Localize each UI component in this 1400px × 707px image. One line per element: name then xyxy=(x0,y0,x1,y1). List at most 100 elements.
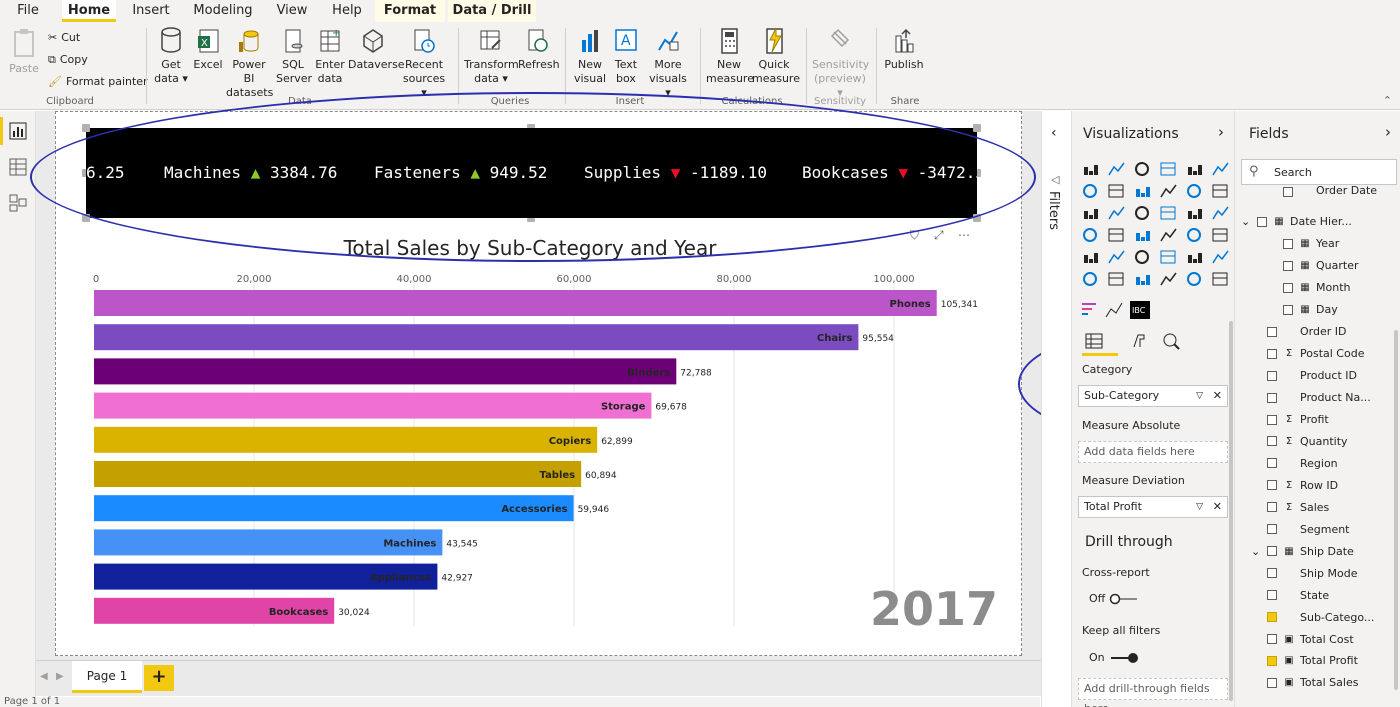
bar[interactable] xyxy=(94,358,677,385)
visual-type-icon[interactable] xyxy=(1212,184,1228,198)
excel-button[interactable]: X Excel xyxy=(193,26,223,72)
dataverse-button[interactable]: Dataverse xyxy=(348,26,405,72)
field-checkbox[interactable] xyxy=(1267,677,1277,688)
field-item[interactable]: ⌄ ▦ Ship Date xyxy=(1251,542,1354,560)
visual-type-icon[interactable] xyxy=(1108,228,1124,242)
field-checkbox[interactable] xyxy=(1267,458,1277,469)
field-item[interactable]: Sub-Catego... xyxy=(1267,608,1374,626)
chevron-left-icon[interactable]: ‹ xyxy=(1051,125,1057,141)
expand-chevron-icon[interactable]: ⌄ xyxy=(1241,215,1255,228)
report-view-icon[interactable] xyxy=(8,121,28,141)
visual-type-icon[interactable] xyxy=(1135,250,1149,264)
field-checkbox[interactable] xyxy=(1283,304,1293,315)
field-item[interactable]: Σ Row ID xyxy=(1267,476,1338,494)
text-box-button[interactable]: A Text box xyxy=(610,26,642,86)
field-item[interactable]: Σ Profit xyxy=(1267,411,1329,429)
visual-type-icon[interactable] xyxy=(1108,184,1124,198)
visual-type-gallery[interactable] xyxy=(1080,159,1230,291)
filter-icon[interactable]: ⛉ xyxy=(910,228,919,243)
field-checkbox[interactable] xyxy=(1283,282,1293,293)
expand-chevron-icon[interactable]: ⌄ xyxy=(1251,545,1265,558)
refresh-button[interactable]: Refresh xyxy=(518,26,560,72)
focus-mode-icon[interactable]: ⤢ xyxy=(934,228,944,243)
scrollbar[interactable] xyxy=(1229,321,1233,701)
field-item[interactable]: ▦ Day xyxy=(1283,301,1338,319)
field-checkbox[interactable] xyxy=(1283,187,1293,197)
copy-button[interactable]: ⧉ Copy xyxy=(48,53,88,67)
field-checkbox[interactable] xyxy=(1267,392,1277,403)
field-checkbox[interactable] xyxy=(1267,524,1277,535)
visual-type-icon[interactable] xyxy=(1135,162,1149,176)
field-checkbox[interactable] xyxy=(1267,348,1277,359)
visual-type-icon[interactable] xyxy=(1160,206,1176,220)
visual-type-icon[interactable] xyxy=(1212,162,1229,176)
transform-data-button[interactable]: Transform data ▾ xyxy=(464,26,519,86)
chevron-right-icon[interactable]: › xyxy=(1218,123,1224,141)
paste-button[interactable]: Paste xyxy=(6,26,42,76)
measure-deviation-well[interactable]: Total Profit ▽ ✕ xyxy=(1078,496,1228,518)
field-item[interactable]: Region xyxy=(1267,454,1338,472)
field-checkbox[interactable] xyxy=(1283,260,1293,271)
field-checkbox[interactable] xyxy=(1267,612,1277,623)
resize-handle[interactable] xyxy=(82,124,90,132)
resize-handle[interactable] xyxy=(82,169,86,177)
ticker-visual[interactable]: 6.25 Machines ▲ 3384.76 Fasteners ▲ 949.… xyxy=(86,128,985,218)
field-item[interactable]: ▦ Month xyxy=(1283,279,1350,297)
collapse-ribbon-icon[interactable]: ⌃ xyxy=(1383,94,1392,107)
quick-measure-button[interactable]: Quick measure xyxy=(752,26,800,86)
measure-absolute-well[interactable]: Add data fields here xyxy=(1078,441,1228,463)
menu-modeling[interactable]: Modeling xyxy=(188,0,258,22)
field-item[interactable]: ▣ Total Profit xyxy=(1267,652,1358,670)
model-view-icon[interactable] xyxy=(8,193,28,213)
search-input[interactable]: ⚲ Search xyxy=(1241,159,1397,185)
enter-data-button[interactable]: + Enter data xyxy=(313,26,347,86)
category-well[interactable]: Sub-Category ▽ ✕ xyxy=(1078,385,1228,407)
prev-page-icon[interactable]: ◀ xyxy=(40,671,48,682)
visual-type-icon[interactable] xyxy=(1108,162,1125,176)
field-checkbox[interactable] xyxy=(1267,326,1277,337)
menu-view[interactable]: View xyxy=(270,0,314,22)
field-item[interactable]: State xyxy=(1267,586,1329,604)
resize-handle[interactable] xyxy=(82,214,90,222)
visual-type-icon[interactable] xyxy=(1212,228,1228,242)
visual-type-icon[interactable] xyxy=(1083,228,1097,242)
menu-home[interactable]: Home xyxy=(62,0,116,22)
visual-type-icon[interactable] xyxy=(1160,272,1177,286)
field-checkbox[interactable] xyxy=(1267,546,1277,557)
field-item[interactable]: Σ Sales xyxy=(1267,498,1329,516)
menu-format[interactable]: Format xyxy=(375,0,445,22)
bar[interactable] xyxy=(94,324,859,351)
visual-type-icon[interactable] xyxy=(1084,165,1098,175)
cut-button[interactable]: ✂ Cut xyxy=(48,31,80,45)
field-item[interactable]: Segment xyxy=(1267,520,1350,538)
keep-filters-toggle[interactable]: On xyxy=(1089,651,1139,664)
field-checkbox[interactable] xyxy=(1267,414,1277,425)
new-measure-button[interactable]: New measure xyxy=(706,26,754,86)
resize-handle[interactable] xyxy=(527,124,535,128)
visual-type-icon[interactable] xyxy=(1083,272,1097,286)
next-page-icon[interactable]: ▶ xyxy=(56,671,64,682)
field-checkbox[interactable] xyxy=(1267,568,1277,579)
remove-field-icon[interactable]: ✕ xyxy=(1213,497,1222,517)
visual-type-icon[interactable] xyxy=(1160,162,1176,176)
recent-sources-button[interactable]: Recent sources ▾ xyxy=(400,26,448,100)
bar[interactable] xyxy=(94,426,598,453)
field-item[interactable]: Ship Mode xyxy=(1267,564,1357,582)
visual-type-icon[interactable] xyxy=(1187,184,1201,198)
visual-type-icon[interactable] xyxy=(1108,250,1125,264)
get-data-button[interactable]: Get data ▾ xyxy=(153,26,189,86)
visual-type-icon[interactable] xyxy=(1212,206,1229,220)
field-item[interactable]: ⌄ ▦ Date Hier... xyxy=(1241,213,1352,231)
field-item[interactable]: Order ID xyxy=(1267,323,1346,341)
visual-type-icon[interactable] xyxy=(1108,206,1125,220)
sensitivity-button[interactable]: Sensitivity (preview) ▾ xyxy=(812,26,869,100)
more-options-icon[interactable]: ⋯ xyxy=(958,228,970,242)
field-checkbox[interactable] xyxy=(1257,216,1267,227)
data-view-icon[interactable] xyxy=(8,157,28,177)
field-item[interactable]: Order Date xyxy=(1283,185,1377,197)
more-visuals-button[interactable]: More visuals ▾ xyxy=(646,26,690,100)
chevron-right-icon[interactable]: › xyxy=(1385,123,1391,141)
visual-type-icon[interactable] xyxy=(1212,250,1229,264)
bar[interactable] xyxy=(94,290,937,316)
pbi-datasets-button[interactable]: Power BI datasets xyxy=(226,26,273,100)
